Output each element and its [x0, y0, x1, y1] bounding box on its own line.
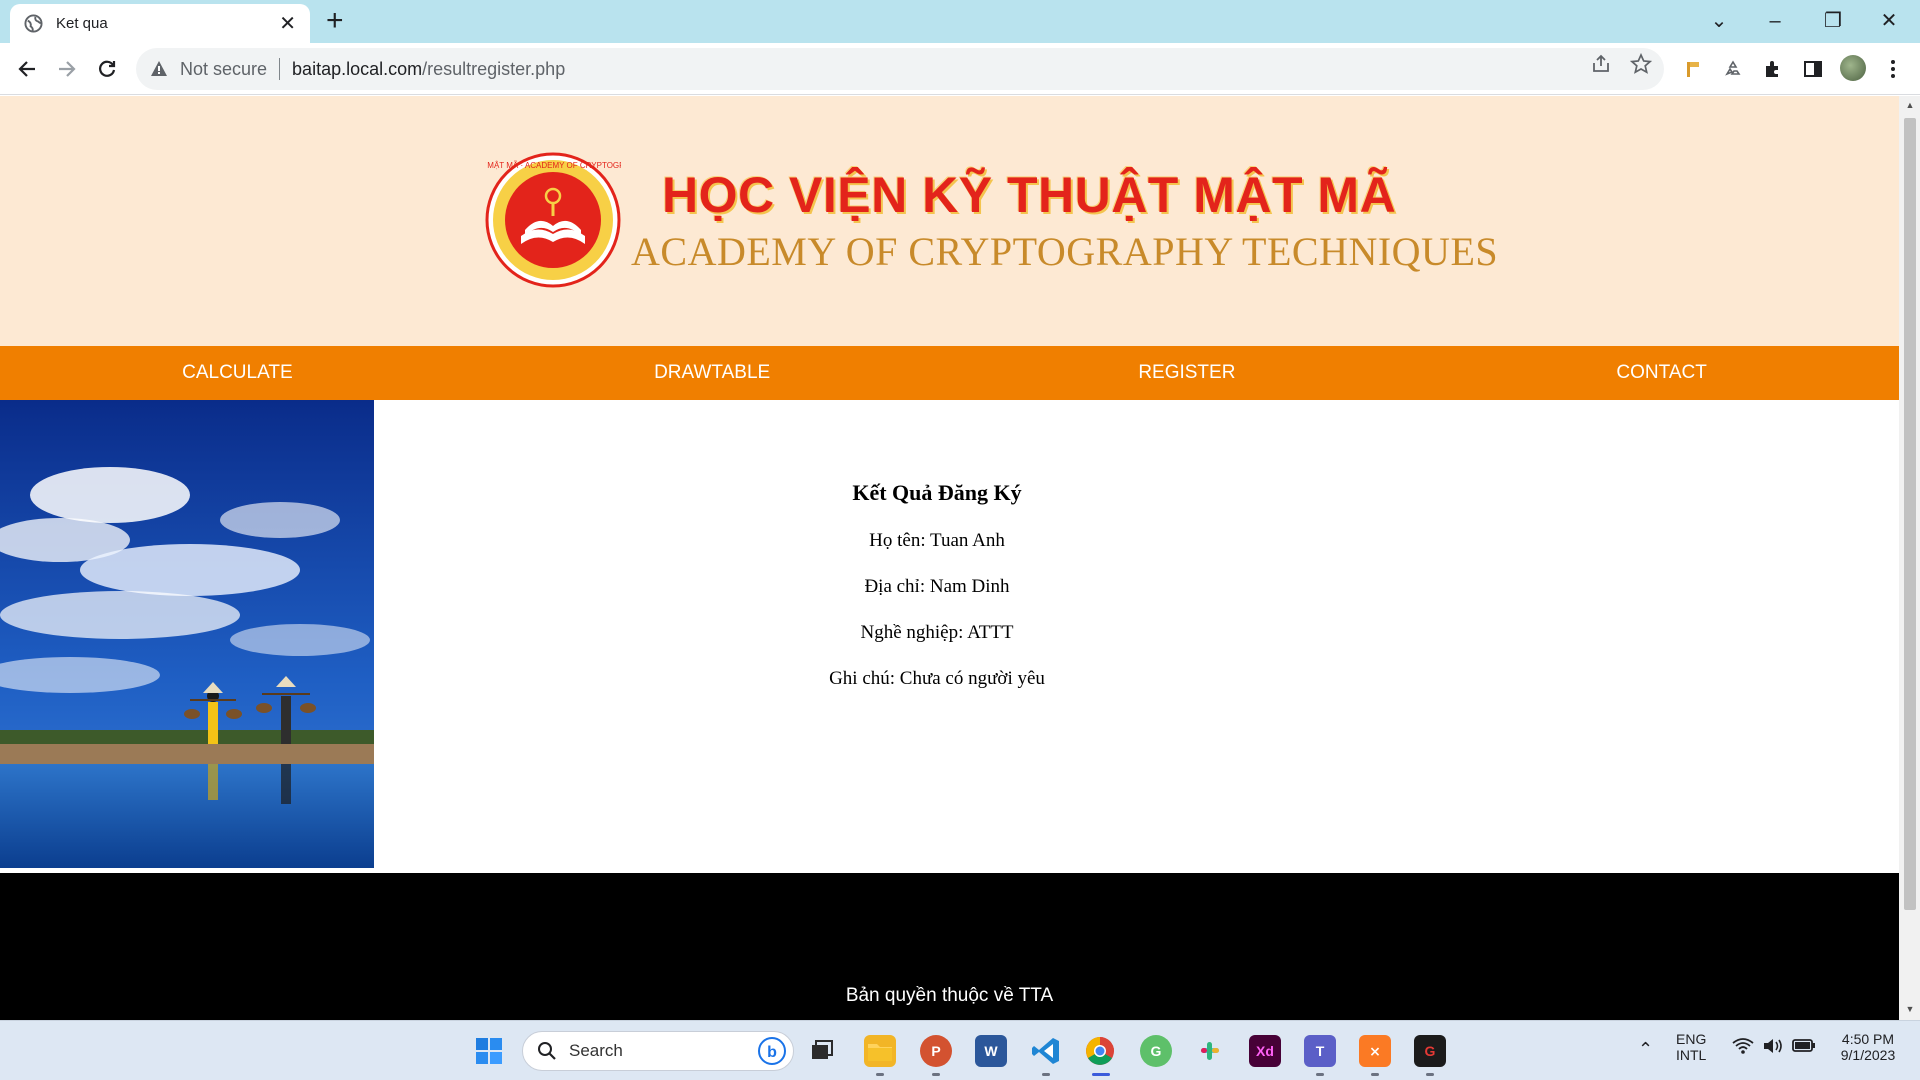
- side-panel-icon[interactable]: [1800, 56, 1826, 82]
- file-explorer-icon[interactable]: [864, 1035, 896, 1067]
- vscode-running-dot: [1042, 1073, 1050, 1076]
- footer-copyright: Bản quyền thuộc về TTA: [845, 985, 1054, 1006]
- new-tab-button[interactable]: +: [326, 6, 344, 36]
- menu-item-register[interactable]: REGISTER: [950, 346, 1425, 400]
- powerpoint-icon[interactable]: P: [920, 1035, 952, 1067]
- extensions-puzzle-icon[interactable]: [1760, 56, 1786, 82]
- slack-icon[interactable]: [1194, 1035, 1226, 1067]
- url-text[interactable]: baitap.local.com/resultregister.php: [292, 59, 565, 80]
- word-icon[interactable]: W: [975, 1035, 1007, 1067]
- site-footer: Bản quyền thuộc về TTA: [0, 873, 1899, 1020]
- menu-item-calculate[interactable]: CALCULATE: [0, 346, 475, 400]
- site-header: HỌC VIỆN KỸ THUẬT MẬT MÃ · ACADEMY OF CR…: [0, 96, 1899, 346]
- windows-taskbar: Search b P W G Xd T ⨯ G ⌃ ENG INTL 4:50 …: [0, 1020, 1920, 1080]
- result-heading: Kết Quả Đăng Ký: [852, 480, 1022, 505]
- powerpoint-running-dot: [932, 1073, 940, 1076]
- tab-strip: Ket qua ✕ + ⌄ – ❐ ✕: [0, 0, 1920, 43]
- file-explorer-running-dot: [876, 1073, 884, 1076]
- vscode-icon[interactable]: [1030, 1035, 1062, 1067]
- result-note: Ghi chú: Chưa có người yêu: [829, 668, 1045, 689]
- clock[interactable]: 4:50 PM 9/1/2023: [1828, 1031, 1908, 1063]
- brand-title-english: ACADEMY OF CRYPTOGRAPHY TECHNIQUES: [631, 229, 1499, 274]
- battery-icon[interactable]: [1792, 1037, 1816, 1056]
- teams-running-dot: [1316, 1073, 1324, 1076]
- recycle-icon[interactable]: [1720, 56, 1746, 82]
- teams-icon[interactable]: T: [1304, 1035, 1336, 1067]
- register-result-panel: Kết Quả Đăng Ký Họ tên: Tuan Anh Địa chỉ…: [374, 400, 1899, 868]
- globe-icon: [24, 14, 43, 33]
- red-app-icon[interactable]: G: [1414, 1035, 1446, 1067]
- keyboard-layout: INTL: [1676, 1047, 1707, 1063]
- clock-date: 9/1/2023: [1840, 1047, 1896, 1063]
- url-host: baitap.local.com: [292, 58, 423, 79]
- landscape-photo: [0, 400, 374, 868]
- restore-button[interactable]: ❐: [1810, 6, 1856, 36]
- bookmark-star-icon[interactable]: [1630, 53, 1652, 75]
- svg-text:b: b: [767, 1044, 777, 1061]
- address-bar[interactable]: Not secure baitap.local.com/resultregist…: [136, 48, 1664, 90]
- reload-button[interactable]: [90, 52, 124, 86]
- browser-menu-icon[interactable]: [1880, 56, 1906, 82]
- logo-ring-text: HỌC VIỆN KỸ THUẬT MẬT MÃ · ACADEMY OF CR…: [485, 161, 621, 170]
- red-app-running-dot: [1426, 1073, 1434, 1076]
- adobe-xd-icon[interactable]: Xd: [1249, 1035, 1281, 1067]
- security-label[interactable]: Not secure: [180, 59, 267, 80]
- close-window-button[interactable]: ✕: [1866, 6, 1912, 36]
- result-address: Địa chỉ: Nam Dinh: [864, 576, 1010, 597]
- close-tab-icon[interactable]: ✕: [279, 14, 296, 34]
- clock-time: 4:50 PM: [1841, 1031, 1895, 1047]
- tab-title: Ket qua: [56, 15, 108, 32]
- task-view-icon[interactable]: [806, 1035, 838, 1067]
- start-icon[interactable]: [473, 1035, 505, 1067]
- page-viewport: HỌC VIỆN KỸ THUẬT MẬT MÃ · ACADEMY OF CR…: [0, 96, 1899, 1020]
- bing-icon[interactable]: b: [757, 1036, 787, 1066]
- back-button[interactable]: [10, 52, 44, 86]
- result-job: Nghề nghiệp: ATTT: [860, 622, 1014, 643]
- language-indicator[interactable]: ENG INTL: [1676, 1031, 1706, 1063]
- xampp-icon[interactable]: ⨯: [1359, 1035, 1391, 1067]
- brand-title-vietnamese: HỌC VIỆN KỸ THUẬT MẬT MÃ: [662, 167, 1397, 223]
- academy-logo: HỌC VIỆN KỸ THUẬT MẬT MÃ · ACADEMY OF CR…: [485, 152, 621, 288]
- chrome-active-indicator: [1092, 1073, 1110, 1076]
- forward-button[interactable]: [50, 52, 84, 86]
- search-icon: [538, 1042, 556, 1060]
- profile-avatar[interactable]: [1840, 55, 1866, 81]
- url-path: /resultregister.php: [422, 58, 566, 79]
- warning-icon[interactable]: [150, 60, 168, 78]
- browser-tab[interactable]: Ket qua ✕: [10, 4, 310, 43]
- reload-icon: [99, 60, 116, 77]
- share-icon[interactable]: [1590, 53, 1612, 75]
- show-hidden-icons-icon[interactable]: ⌃: [1638, 1039, 1653, 1060]
- chrome-icon[interactable]: [1084, 1035, 1116, 1067]
- taskbar-search[interactable]: Search b: [522, 1031, 794, 1071]
- main-menu: CALCULATE DRAWTABLE REGISTER CONTACT: [0, 346, 1899, 400]
- browser-toolbar: Not secure baitap.local.com/resultregist…: [0, 43, 1920, 95]
- scroll-down-arrow-icon[interactable]: ▼: [1903, 1004, 1917, 1014]
- scrollbar-thumb[interactable]: [1904, 118, 1916, 910]
- wifi-icon[interactable]: [1732, 1037, 1754, 1058]
- menu-item-contact[interactable]: CONTACT: [1424, 346, 1899, 400]
- arrow-left-icon: [18, 61, 35, 77]
- result-name: Họ tên: Tuan Anh: [869, 530, 1005, 551]
- menu-item-drawtable[interactable]: DRAWTABLE: [475, 346, 950, 400]
- taskbar-search-label: Search: [569, 1041, 623, 1060]
- extension-flag-icon[interactable]: [1680, 56, 1706, 82]
- arrow-right-icon: [59, 61, 76, 77]
- xampp-running-dot: [1371, 1073, 1379, 1076]
- minimize-button[interactable]: –: [1752, 6, 1798, 36]
- language-code: ENG: [1676, 1031, 1707, 1047]
- scroll-up-arrow-icon[interactable]: ▲: [1903, 100, 1917, 110]
- volume-icon[interactable]: [1762, 1037, 1784, 1058]
- green-app-icon[interactable]: G: [1140, 1035, 1172, 1067]
- omnibox-divider: [279, 58, 281, 80]
- tab-search-icon[interactable]: ⌄: [1696, 6, 1742, 36]
